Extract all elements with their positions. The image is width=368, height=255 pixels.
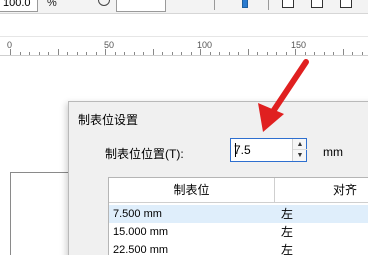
ruler-tick xyxy=(190,52,192,55)
ruler-tick xyxy=(76,52,78,55)
ruler-tick xyxy=(228,52,230,55)
ruler-tick xyxy=(304,52,306,55)
ruler-tick xyxy=(48,52,49,55)
tab-settings-dialog: 制表位设置 制表位位置(T): 7.5 ▲ ▼ mm 制表位 对齐 7.500 … xyxy=(68,101,368,255)
ruler-tick xyxy=(133,52,135,55)
tab-stop-position: 7.500 mm xyxy=(113,208,162,220)
toolbar-divider xyxy=(268,0,269,10)
tab-stop-alignment[interactable]: 左 xyxy=(281,241,293,255)
ruler-tick xyxy=(10,49,11,55)
ruler-tick xyxy=(342,49,344,55)
column-header-tab-stop[interactable]: 制表位 xyxy=(109,178,275,203)
ruler-label: 150 xyxy=(291,40,307,50)
tab-stop-position: 22.500 mm xyxy=(113,244,169,255)
ruler-tick xyxy=(114,52,116,55)
column-header-alignment[interactable]: 对齐 xyxy=(275,178,368,203)
table-row[interactable]: 7.500 mm 左 xyxy=(109,205,368,223)
text-caret xyxy=(235,143,236,157)
ruler-tick xyxy=(29,52,30,55)
ruler-tick xyxy=(38,52,40,55)
tab-position-label: 制表位位置(T): xyxy=(105,147,184,161)
ruler-tick xyxy=(247,49,249,55)
tab-position-value[interactable]: 7.5 xyxy=(234,143,251,157)
ruler-tick xyxy=(323,52,325,55)
ruler-tick xyxy=(152,49,154,55)
ruler-tick xyxy=(143,52,144,55)
ruler-tick xyxy=(57,49,59,55)
frame-icon[interactable] xyxy=(311,0,323,8)
ruler-tick xyxy=(124,52,125,55)
unit-label: mm xyxy=(323,145,343,159)
tab-stop-list[interactable]: 制表位 对齐 7.500 mm 左 15.000 mm 左 22.500 mm … xyxy=(108,177,368,255)
zoom-unit: % xyxy=(47,0,57,9)
top-toolbar: 100.0 % xyxy=(0,0,368,14)
ruler-tick xyxy=(238,52,239,55)
ruler-tick xyxy=(181,52,182,55)
spin-buttons: ▲ ▼ xyxy=(292,139,307,161)
zoom-input[interactable]: 100.0 xyxy=(0,0,38,12)
ruler-tick xyxy=(219,52,220,55)
ruler-tick xyxy=(361,52,363,55)
frame-icon[interactable] xyxy=(282,0,294,8)
ruler-tick xyxy=(171,52,173,55)
ruler-tick xyxy=(105,49,106,55)
toolbar-divider xyxy=(214,0,215,10)
ruler-tick xyxy=(314,52,315,55)
rotation-icon xyxy=(98,0,110,6)
ruler-tick xyxy=(86,52,87,55)
ruler-tick xyxy=(352,52,353,55)
tab-position-input[interactable]: 7.5 ▲ ▼ xyxy=(230,138,307,162)
spin-up-button[interactable]: ▲ xyxy=(293,139,307,150)
horizontal-ruler[interactable]: 0 50 100 150 xyxy=(0,36,368,56)
tab-stop-alignment[interactable]: 左 xyxy=(281,223,293,241)
ruler-tick xyxy=(266,52,268,55)
ruler-tick xyxy=(285,52,287,55)
table-row[interactable]: 15.000 mm 左 xyxy=(109,223,368,241)
tab-stop-alignment[interactable]: 左 xyxy=(281,205,293,223)
ruler-tick xyxy=(200,49,201,55)
ruler-tick xyxy=(209,52,211,55)
tab-stop-position: 15.000 mm xyxy=(113,226,169,238)
frame-icon[interactable] xyxy=(340,0,352,8)
ruler-tick xyxy=(67,52,68,55)
rotation-input[interactable] xyxy=(116,0,166,12)
ruler-tick xyxy=(162,52,163,55)
table-row[interactable]: 22.500 mm 左 xyxy=(109,241,368,255)
ruler-tick xyxy=(95,52,97,55)
list-header: 制表位 对齐 xyxy=(109,178,368,203)
ruler-tick xyxy=(333,52,334,55)
ruler-tick xyxy=(19,52,21,55)
color-swatch-icon[interactable] xyxy=(242,0,248,8)
spin-down-button[interactable]: ▼ xyxy=(293,150,307,161)
ruler-tick xyxy=(295,49,296,55)
ruler-tick xyxy=(276,52,277,55)
ruler-tick xyxy=(257,52,258,55)
dialog-title: 制表位设置 xyxy=(78,113,139,127)
